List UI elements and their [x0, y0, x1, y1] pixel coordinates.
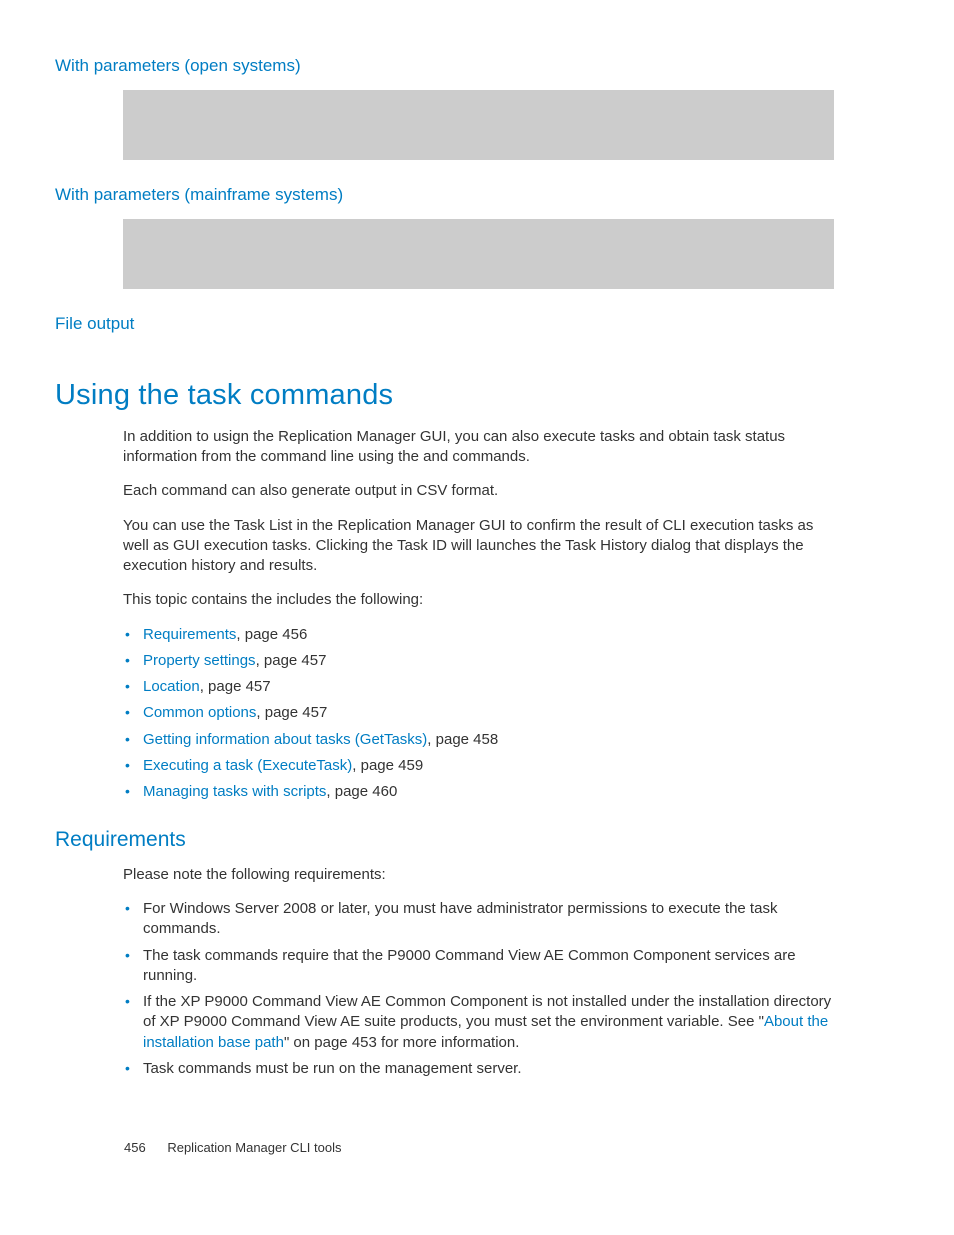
code-block-mainframe-systems: [123, 219, 834, 289]
text-page: , page 457: [200, 678, 271, 695]
text-page: , page 458: [427, 731, 498, 748]
list-item: Getting information about tasks (GetTask…: [123, 730, 834, 750]
para-contains: This topic contains the includes the fol…: [123, 590, 834, 610]
heading-mainframe-systems: With parameters (mainframe systems): [55, 184, 834, 207]
link-gettasks[interactable]: Getting information about tasks (GetTask…: [143, 731, 427, 748]
link-executetask[interactable]: Executing a task (ExecuteTask): [143, 757, 352, 774]
code-block-open-systems: [123, 90, 834, 160]
list-item: If the XP P9000 Command View AE Common C…: [123, 992, 834, 1053]
requirements-list: For Windows Server 2008 or later, you mu…: [123, 899, 834, 1079]
heading-requirements: Requirements: [55, 826, 834, 854]
list-item: The task commands require that the P9000…: [123, 946, 834, 987]
text-page: , page 459: [352, 757, 423, 774]
page-footer: 456 Replication Manager CLI tools: [124, 1139, 341, 1157]
heading-file-output: File output: [55, 313, 834, 336]
link-location[interactable]: Location: [143, 678, 200, 695]
para-req-intro: Please note the following requirements:: [123, 865, 834, 885]
text-intro-post: commands.: [452, 448, 530, 465]
link-common-options[interactable]: Common options: [143, 704, 256, 721]
para-csv: Each command can also generate output in…: [123, 481, 834, 501]
para-tasklist: You can use the Task List in the Replica…: [123, 516, 834, 577]
text-page: , page 457: [256, 652, 327, 669]
footer-label: Replication Manager CLI tools: [167, 1140, 341, 1155]
text-page: , page 460: [326, 783, 397, 800]
heading-using-task-commands: Using the task commands: [55, 376, 834, 415]
list-item: For Windows Server 2008 or later, you mu…: [123, 899, 834, 940]
list-item: Managing tasks with scripts, page 460: [123, 782, 834, 802]
page-number: 456: [124, 1140, 146, 1155]
text-page: , page 456: [236, 626, 307, 643]
list-item: Executing a task (ExecuteTask), page 459: [123, 756, 834, 776]
text-req2-mid1: environment variable. See ": [580, 1013, 764, 1030]
link-managing-scripts[interactable]: Managing tasks with scripts: [143, 783, 326, 800]
toc-list: Requirements, page 456 Property settings…: [123, 625, 834, 803]
link-property-settings[interactable]: Property settings: [143, 652, 256, 669]
para-intro: In addition to usign the Replication Man…: [123, 427, 834, 468]
list-item: Location, page 457: [123, 677, 834, 697]
text-page: , page 457: [256, 704, 327, 721]
list-item: Requirements, page 456: [123, 625, 834, 645]
list-item: Task commands must be run on the managem…: [123, 1059, 834, 1079]
text-intro-mid: and: [423, 448, 452, 465]
text-req2-mid2: " on page 453 for more information.: [284, 1034, 519, 1051]
link-requirements[interactable]: Requirements: [143, 626, 236, 643]
list-item: Property settings, page 457: [123, 651, 834, 671]
heading-open-systems: With parameters (open systems): [55, 55, 834, 78]
list-item: Common options, page 457: [123, 703, 834, 723]
